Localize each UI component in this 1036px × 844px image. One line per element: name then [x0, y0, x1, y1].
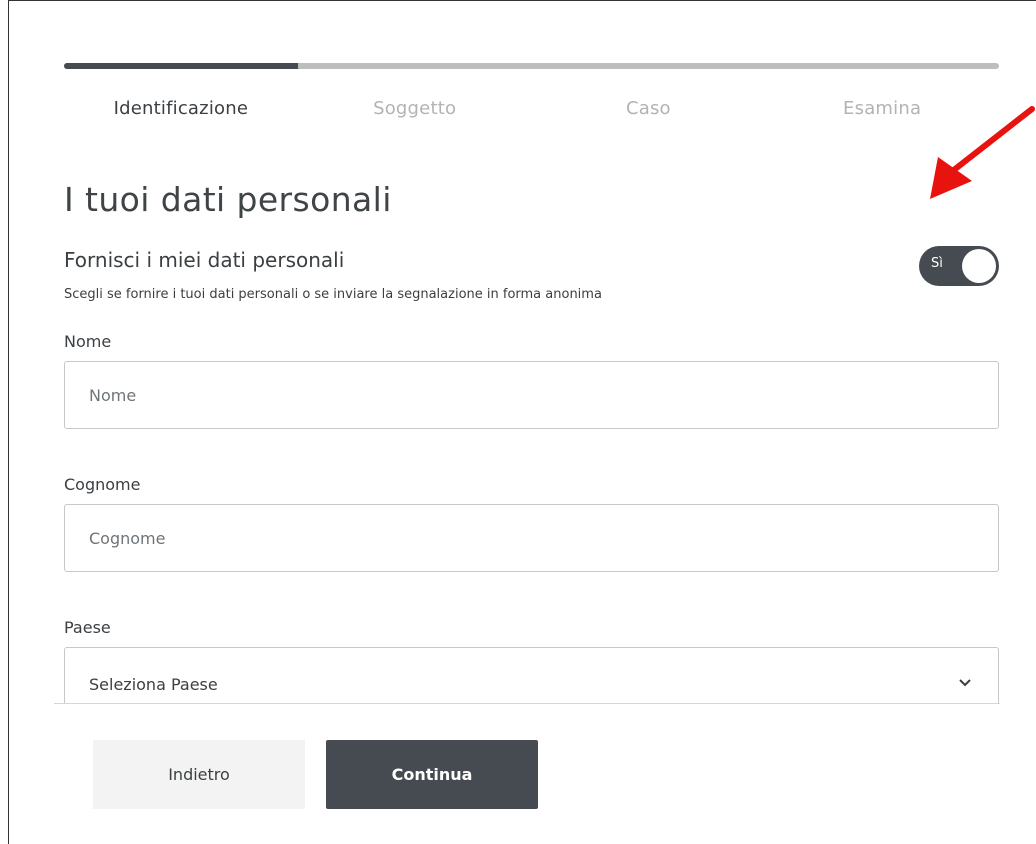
step-indicator: Identificazione Soggetto Caso Esamina: [64, 98, 999, 124]
step-identificazione: Identificazione: [113, 98, 249, 119]
progress-bar: [64, 63, 999, 69]
page-title: I tuoi dati personali: [64, 180, 392, 219]
step-caso: Caso: [625, 98, 671, 119]
toggle-knob: [962, 249, 996, 283]
paese-select[interactable]: Seleziona Paese: [64, 647, 999, 703]
cognome-input[interactable]: [64, 504, 999, 572]
red-arrow-icon: [930, 106, 1035, 199]
personal-data-description: Scegli se fornire i tuoi dati personali …: [64, 287, 602, 302]
continue-button[interactable]: Continua: [326, 740, 538, 809]
nome-label: Nome: [64, 332, 112, 351]
footer-divider: [54, 703, 1000, 704]
step-soggetto: Soggetto: [373, 98, 457, 119]
chevron-down-icon: [959, 679, 971, 687]
paese-select-value: Seleziona Paese: [89, 675, 218, 694]
cognome-label: Cognome: [64, 475, 141, 494]
back-button[interactable]: Indietro: [93, 740, 305, 809]
paese-label: Paese: [64, 618, 111, 637]
nome-input[interactable]: [64, 361, 999, 429]
toggle-label: Sì: [931, 256, 943, 271]
personal-data-title: Fornisci i miei dati personali: [64, 248, 345, 272]
personal-data-toggle[interactable]: Sì: [919, 246, 999, 286]
progress-bar-fill: [64, 63, 298, 69]
